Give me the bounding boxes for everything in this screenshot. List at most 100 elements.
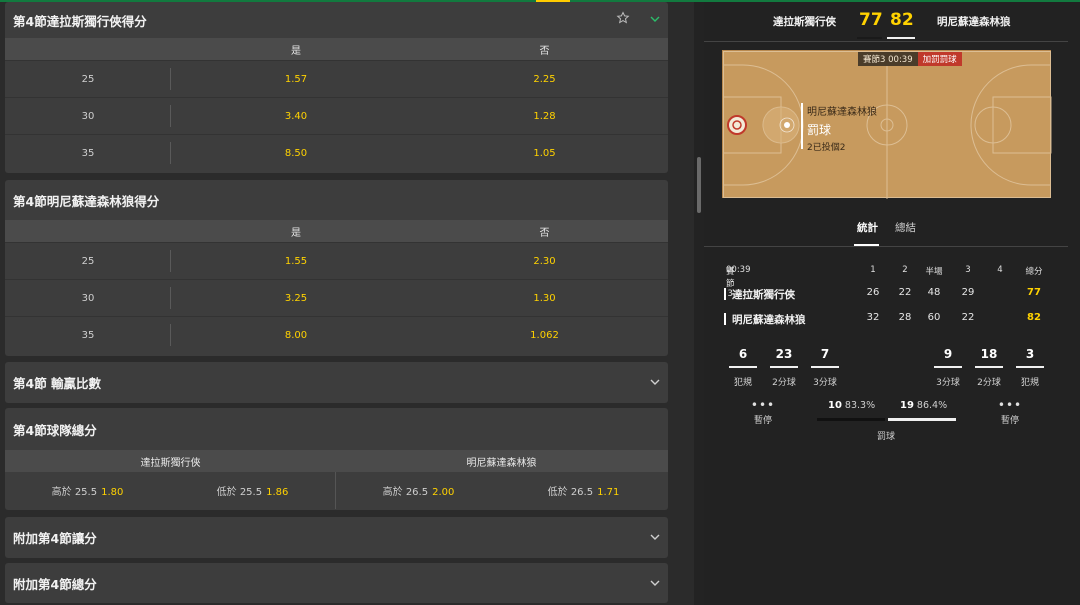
away-fouls: 3 犯規 bbox=[1010, 347, 1050, 388]
over-label: 高於 25.5 bbox=[51, 487, 98, 498]
odds-no[interactable]: 2.25 bbox=[421, 74, 668, 85]
event-action: 罰球 bbox=[807, 123, 832, 137]
line-value: 25 bbox=[5, 67, 171, 90]
home-score-underline bbox=[857, 37, 882, 39]
counter-value: 23 bbox=[775, 347, 793, 361]
odds-yes[interactable]: 8.00 bbox=[171, 330, 421, 341]
header-total: 總分 bbox=[1025, 267, 1043, 277]
over-cell[interactable]: 高於 26.5 2.00 bbox=[336, 483, 501, 498]
counter-value: 9 bbox=[943, 347, 953, 361]
ft-label: 罰球 bbox=[877, 432, 896, 442]
column-header: 是 否 bbox=[5, 38, 668, 60]
counter-underline bbox=[729, 366, 757, 368]
odds-row: 35 8.50 1.05 bbox=[5, 134, 668, 171]
away-free-throws: 19 86.4% bbox=[900, 400, 947, 411]
chevron-down-icon[interactable] bbox=[648, 375, 662, 389]
market-title: 第4節明尼蘇達森林狼得分 bbox=[13, 193, 160, 209]
home-score: 77 bbox=[859, 10, 883, 30]
game-clock-badge: 賽節3 00:39 加罰罰球 bbox=[858, 52, 962, 66]
clock-value: 00:39 bbox=[726, 265, 751, 275]
period-clock: 賽節3 00:39 bbox=[858, 52, 918, 66]
star-icon[interactable] bbox=[616, 11, 630, 25]
odds-no[interactable]: 1.30 bbox=[421, 293, 668, 304]
under-label: 低於 25.5 bbox=[216, 487, 263, 498]
under-cell[interactable]: 低於 26.5 1.71 bbox=[501, 483, 666, 498]
home-fouls: 6 犯規 bbox=[723, 347, 763, 388]
counter-underline bbox=[1016, 366, 1044, 368]
court-visualization: 賽節3 00:39 加罰罰球 明尼蘇達森林狼 罰球 2已投個2 bbox=[722, 50, 1052, 199]
home-timeouts: ••• 暫停 bbox=[743, 398, 783, 426]
ft-pct: 86.4% bbox=[916, 400, 948, 411]
scrollbar[interactable] bbox=[694, 2, 704, 605]
timeout-label: 暫停 bbox=[1000, 416, 1019, 426]
odds-row: 30 3.25 1.30 bbox=[5, 279, 668, 316]
counter-underline bbox=[975, 366, 1003, 368]
away-team-name: 明尼蘇達森林狼 bbox=[937, 16, 1011, 28]
over-cell[interactable]: 高於 25.5 1.80 bbox=[5, 483, 170, 498]
clock-value: 00:39 bbox=[888, 55, 913, 65]
counter-value: 3 bbox=[1025, 347, 1035, 361]
chevron-down-icon[interactable] bbox=[648, 576, 662, 590]
market-card-q4-extra-total[interactable]: 附加第4節總分 bbox=[5, 563, 668, 603]
market-header[interactable]: 附加第4節讓分 bbox=[5, 517, 668, 558]
chevron-up-icon[interactable] bbox=[648, 12, 662, 26]
scrollbar-thumb[interactable] bbox=[697, 157, 701, 213]
line-value: 30 bbox=[5, 104, 171, 127]
market-title: 第4節 輸贏比數 bbox=[13, 376, 102, 391]
market-header[interactable]: 附加第4節總分 bbox=[5, 563, 668, 603]
header-half: 半場 bbox=[925, 267, 943, 277]
market-card-q4-min-points: 第4節明尼蘇達森林狼得分 是 否 25 1.55 2.30 30 3.25 1.… bbox=[5, 180, 668, 356]
score-row-home: 達拉斯獨行俠 26 22 48 29 77 bbox=[724, 287, 1064, 301]
chevron-down-icon[interactable] bbox=[648, 530, 662, 544]
q2-score: 28 bbox=[898, 312, 912, 323]
info-bar bbox=[801, 103, 803, 149]
market-title: 第4節達拉斯獨行俠得分 bbox=[13, 13, 147, 29]
col-yes: 是 bbox=[291, 45, 301, 57]
timeout-label: 暫停 bbox=[753, 416, 772, 426]
odds-yes[interactable]: 3.25 bbox=[171, 293, 421, 304]
odds-row: 30 3.40 1.28 bbox=[5, 97, 668, 134]
live-panel: 達拉斯獨行俠 77 82 明尼蘇達森林狼 賽節3 00:39 加罰罰球 明尼蘇達… bbox=[704, 2, 1080, 605]
team2-label: 明尼蘇達森林狼 bbox=[466, 457, 537, 469]
under-odds: 1.86 bbox=[266, 487, 289, 498]
odds-yes[interactable]: 3.40 bbox=[171, 111, 421, 122]
tab-summary[interactable]: 總結 bbox=[895, 220, 916, 235]
event-team: 明尼蘇達森林狼 bbox=[807, 107, 877, 118]
under-cell[interactable]: 低於 25.5 1.86 bbox=[170, 483, 335, 498]
odds-yes[interactable]: 1.55 bbox=[171, 256, 421, 267]
line-value: 30 bbox=[5, 286, 171, 309]
market-header[interactable]: 第4節達拉斯獨行俠得分 bbox=[5, 2, 668, 38]
market-card-q4-extra-spread[interactable]: 附加第4節讓分 bbox=[5, 517, 668, 558]
line-value: 35 bbox=[5, 141, 171, 164]
market-card-q4-margin[interactable]: 第4節 輸贏比數 bbox=[5, 362, 668, 403]
tab-stats[interactable]: 統計 bbox=[857, 220, 878, 235]
counter-label: 3分球 bbox=[813, 378, 837, 388]
odds-no[interactable]: 2.30 bbox=[421, 256, 668, 267]
market-header[interactable]: 第4節明尼蘇達森林狼得分 bbox=[5, 180, 668, 220]
market-title: 附加第4節讓分 bbox=[13, 531, 97, 546]
market-header[interactable]: 第4節 輸贏比數 bbox=[5, 362, 668, 403]
scoreboard: 達拉斯獨行俠 77 82 明尼蘇達森林狼 bbox=[704, 2, 1080, 40]
market-header[interactable]: 第4節球隊總分 bbox=[5, 408, 668, 450]
home-free-throws: 10 83.3% bbox=[828, 400, 875, 411]
team1-label: 達拉斯獨行俠 bbox=[140, 457, 201, 469]
score-table-header: 賽節3 00:39 1 2 半場 3 4 總分 bbox=[724, 265, 1064, 299]
over-label: 高於 26.5 bbox=[382, 487, 429, 498]
odds-yes[interactable]: 8.50 bbox=[171, 148, 421, 159]
market-title: 附加第4節總分 bbox=[13, 577, 97, 592]
odds-yes[interactable]: 1.57 bbox=[171, 74, 421, 85]
over-odds: 2.00 bbox=[432, 487, 455, 498]
odds-no[interactable]: 1.05 bbox=[421, 148, 668, 159]
under-label: 低於 26.5 bbox=[547, 487, 594, 498]
counter-label: 2分球 bbox=[977, 378, 1001, 388]
q1-score: 32 bbox=[866, 312, 880, 323]
timeout-dots: ••• bbox=[750, 398, 776, 412]
counter-label: 2分球 bbox=[772, 378, 796, 388]
period-label: 賽節3 bbox=[863, 55, 886, 65]
column-header: 是 否 bbox=[5, 220, 668, 242]
odds-no[interactable]: 1.062 bbox=[421, 330, 668, 341]
odds-no[interactable]: 1.28 bbox=[421, 111, 668, 122]
away-timeouts: ••• 暫停 bbox=[990, 399, 1030, 426]
panel-tabs: 統計 總結 bbox=[704, 214, 1080, 246]
half-score: 60 bbox=[927, 312, 941, 323]
